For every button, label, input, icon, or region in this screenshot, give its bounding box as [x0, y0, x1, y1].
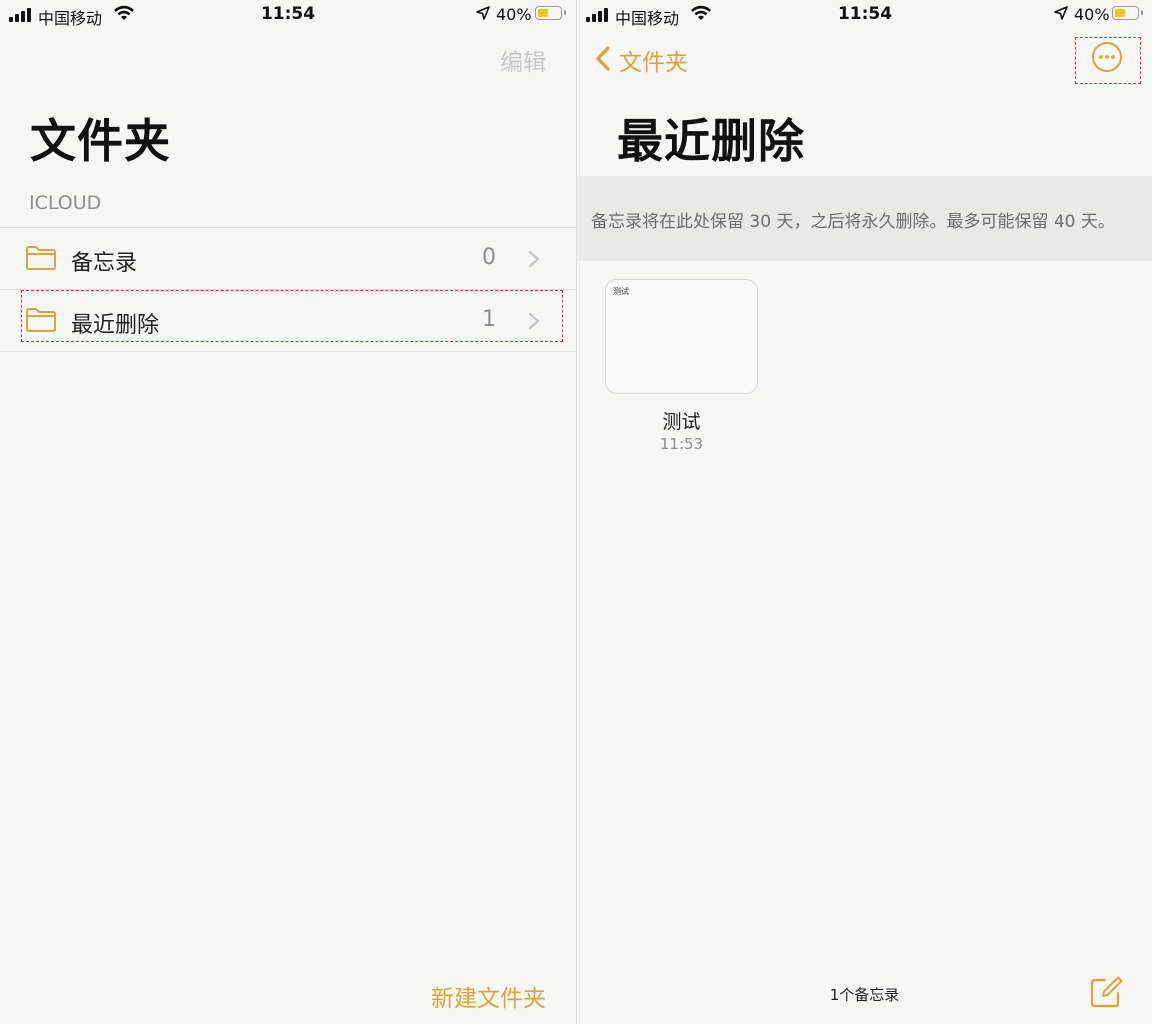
- carrier-label: 中国移动: [38, 9, 103, 28]
- folder-count: 0: [482, 245, 496, 270]
- list-divider: [0, 351, 576, 352]
- section-header-icloud: ICLOUD: [29, 192, 102, 214]
- note-thumbnail[interactable]: 测试: [605, 279, 758, 394]
- signal-icon: [586, 8, 612, 22]
- highlight-box: [1075, 37, 1141, 84]
- signal-icon: [9, 8, 35, 22]
- highlight-box: [21, 290, 563, 342]
- status-bar: 中国移动 11:54 40%: [577, 0, 1152, 30]
- clock: 11:54: [260, 4, 316, 24]
- chevron-left-icon: [596, 46, 610, 71]
- folders-screen: 中国移动 11:54 40% 编辑 文件夹 ICLOUD 备忘录 0 最近删除: [0, 0, 576, 1024]
- status-bar: 中国移动 11:54 40%: [0, 0, 576, 30]
- folder-label: 备忘录: [71, 251, 138, 276]
- note-title: 测试: [662, 411, 701, 433]
- wifi-icon: [691, 5, 711, 20]
- page-title: 文件夹: [30, 114, 171, 168]
- recently-deleted-screen: 中国移动 11:54 40% 文件夹 最近删除 备忘录将在此处保留 30 天，之…: [577, 0, 1152, 1024]
- battery-percent: 40%: [1074, 5, 1110, 24]
- edit-button[interactable]: 编辑: [500, 43, 546, 77]
- banner-text: 备忘录将在此处保留 30 天，之后将永久删除。最多可能保留 40 天。: [591, 212, 1115, 232]
- note-preview-text: 测试: [613, 287, 629, 296]
- chevron-right-icon: [528, 250, 540, 268]
- new-folder-button[interactable]: 新建文件夹: [431, 979, 546, 1013]
- battery-icon: [535, 6, 566, 20]
- location-icon: [476, 6, 490, 20]
- battery-percent: 40%: [496, 5, 532, 24]
- clock: 11:54: [837, 4, 893, 24]
- page-title: 最近删除: [617, 114, 805, 168]
- folder-icon: [26, 246, 56, 270]
- carrier-label: 中国移动: [615, 9, 680, 28]
- note-time: 11:53: [659, 435, 704, 453]
- info-banner: 备忘录将在此处保留 30 天，之后将永久删除。最多可能保留 40 天。: [577, 176, 1152, 261]
- wifi-icon: [114, 5, 134, 20]
- compose-icon[interactable]: [1089, 975, 1123, 1009]
- folder-row-notes[interactable]: 备忘录 0: [0, 227, 576, 290]
- note-count-label: 1个备忘录: [829, 986, 900, 1004]
- battery-icon: [1112, 6, 1143, 20]
- back-label: 文件夹: [619, 50, 688, 76]
- location-icon: [1054, 6, 1068, 20]
